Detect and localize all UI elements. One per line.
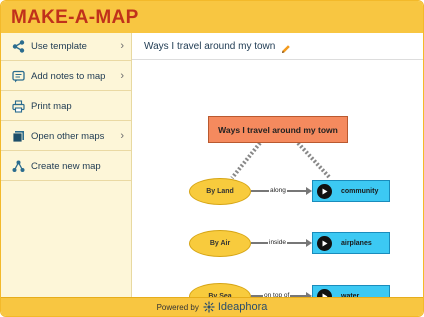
sidebar-item-label: Print map (31, 101, 72, 112)
sidebar-item-use-template[interactable]: Use template › (1, 33, 131, 61)
app-title: MAKE-A-MAP (11, 7, 139, 28)
node-label: community (341, 187, 379, 195)
sidebar-item-add-notes[interactable]: Add notes to map › (1, 63, 131, 91)
powered-by-text: Powered by (156, 302, 199, 312)
map-title-bar: Ways I travel around my town (132, 33, 423, 60)
folder-icon (11, 130, 25, 144)
sidebar-item-open-other-maps[interactable]: Open other maps › (1, 123, 131, 151)
node-by-air[interactable]: By Air (189, 230, 251, 257)
chevron-right-icon: › (120, 130, 124, 142)
chevron-right-icon: › (120, 40, 124, 52)
sidebar-item-label: Use template (31, 41, 87, 52)
central-node[interactable]: Ways I travel around my town (208, 116, 348, 143)
node-by-land[interactable]: By Land (189, 178, 251, 205)
connector-central-to-community (296, 141, 332, 180)
sidebar-item-label: Open other maps (31, 131, 105, 142)
link-label-along: along (269, 187, 287, 194)
node-airplanes[interactable]: airplanes (312, 232, 390, 254)
header-bar: MAKE-A-MAP (1, 1, 423, 34)
map-title[interactable]: Ways I travel around my town (144, 41, 275, 52)
sidebar-item-print-map[interactable]: Print map (1, 93, 131, 121)
node-community[interactable]: community (312, 180, 390, 202)
brand-name[interactable]: Ideaphora (218, 301, 268, 313)
link-label-inside: inside (268, 239, 287, 246)
ideaphora-logo-icon (203, 301, 215, 313)
footer-bar: Powered by Ideaphora (1, 297, 423, 316)
node-label: airplanes (341, 239, 372, 247)
app-window: MAKE-A-MAP Use template › Add notes to m… (0, 0, 424, 317)
note-icon (11, 70, 25, 84)
play-icon[interactable] (317, 183, 332, 199)
share-tree-icon (11, 40, 25, 54)
pencil-icon[interactable] (281, 41, 291, 53)
chevron-right-icon: › (120, 70, 124, 82)
connector-central-to-land (230, 141, 262, 180)
play-icon[interactable] (317, 235, 332, 251)
map-area: Ways I travel around my town Ways I trav… (132, 33, 423, 310)
sidebar-item-label: Create new map (31, 161, 101, 172)
new-map-icon (11, 160, 25, 174)
map-canvas[interactable]: Ways I travel around my town By Land alo… (132, 60, 423, 310)
sidebar-item-label: Add notes to map (31, 71, 106, 82)
sidebar-item-create-new-map[interactable]: Create new map (1, 153, 131, 181)
printer-icon (11, 100, 25, 114)
sidebar: Use template › Add notes to map › Print … (1, 33, 132, 299)
